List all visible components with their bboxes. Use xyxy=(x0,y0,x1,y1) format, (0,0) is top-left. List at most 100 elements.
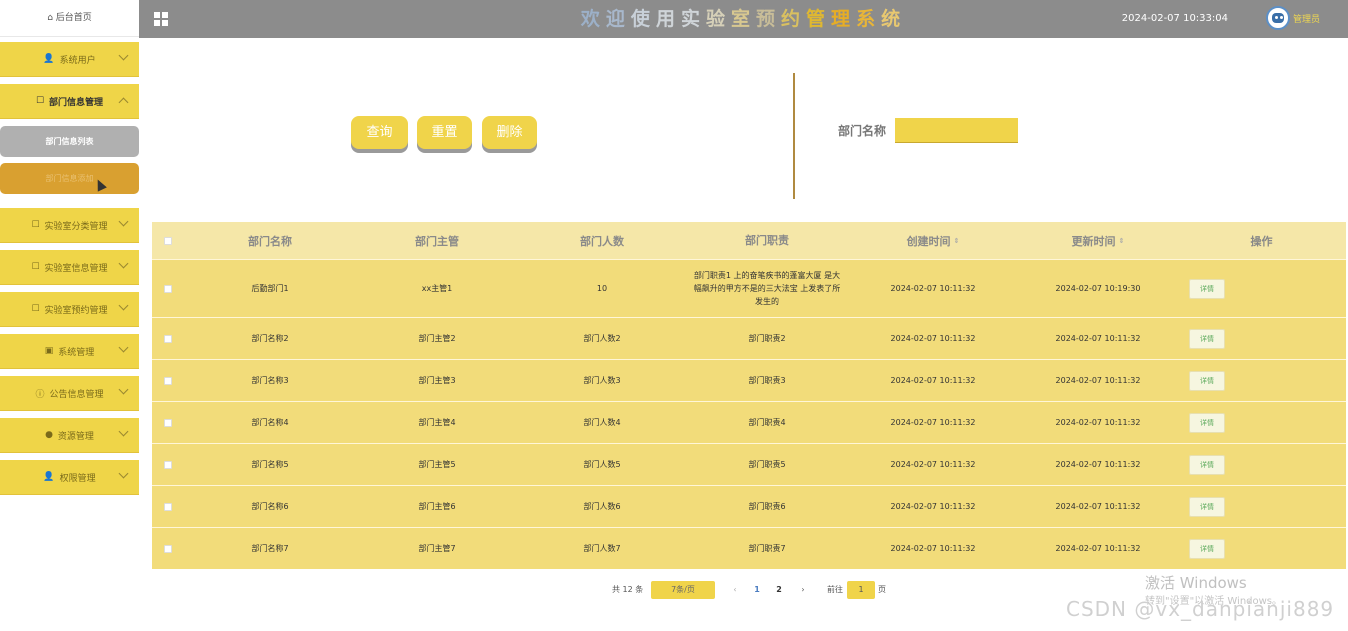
reset-button[interactable]: 重置 xyxy=(417,116,472,149)
chevron-down-icon xyxy=(118,50,129,61)
sidebar-item-notice[interactable]: ⓘ 公告信息管理 xyxy=(0,376,139,411)
cell-created: 2024-02-07 10:11:32 xyxy=(890,544,976,553)
sidebar-item-department[interactable]: ☐ 部门信息管理 xyxy=(0,84,139,119)
detail-button[interactable]: 详情 xyxy=(1189,328,1225,349)
sidebar-item-lab-info[interactable]: ☐ 实验室信息管理 xyxy=(0,250,139,285)
sidebar-subitem-department-list[interactable]: 部门信息列表 xyxy=(0,126,139,157)
location-icon: ● xyxy=(45,430,53,440)
cell-duty: 部门职责4 xyxy=(748,418,786,427)
table-row: 部门名称3 部门主管3 部门人数3 部门职责3 2024-02-07 10:11:32 2… xyxy=(152,359,1346,401)
table-header: 部门名称 部门主管 部门人数 部门职责 创建时间 ⇕ 更新时间 ⇕ 操作 xyxy=(152,222,1346,259)
sidebar-item-lab-booking[interactable]: ☐ 实验室预约管理 xyxy=(0,292,139,327)
sidebar-item-lab-category[interactable]: ☐ 实验室分类管理 xyxy=(0,208,139,243)
edit-icon: ☐ xyxy=(31,304,40,314)
cell-manager: 部门主管3 xyxy=(418,376,456,385)
table-row: 后勤部门1 xx主管1 10 部门职责1 上的奋笔疾书的蓬富大厦 是大幅飙升的甲方不是… xyxy=(152,259,1346,317)
cell-created: 2024-02-07 10:11:32 xyxy=(890,502,976,511)
row-checkbox[interactable] xyxy=(164,460,172,469)
chevron-down-icon xyxy=(118,468,129,479)
chevron-down-icon xyxy=(118,384,129,395)
detail-button[interactable]: 详情 xyxy=(1189,412,1225,433)
sidebar-subitem-department-add[interactable]: 部门信息添加 xyxy=(0,163,139,194)
home-icon: ⌂ xyxy=(47,13,53,23)
row-checkbox[interactable] xyxy=(164,376,172,385)
cell-manager: 部门主管7 xyxy=(418,544,456,553)
header-created-sortable[interactable]: 创建时间 ⇕ xyxy=(852,222,1014,259)
sidebar-item-label: 实验室分类管理 xyxy=(44,221,108,232)
windows-activation-title: 激活 Windows xyxy=(1145,574,1247,592)
cell-duty: 部门职责7 xyxy=(748,544,786,553)
header-duty: 部门职责 xyxy=(745,234,789,247)
sidebar-home[interactable]: ⌂ 后台首页 xyxy=(0,0,139,37)
cell-created: 2024-02-07 10:11:32 xyxy=(890,334,976,343)
row-checkbox[interactable] xyxy=(164,502,172,511)
sidebar-item-resource[interactable]: ● 资源管理 xyxy=(0,418,139,453)
row-checkbox[interactable] xyxy=(164,418,172,427)
title-char: 管 xyxy=(806,8,832,30)
delete-button[interactable]: 删除 xyxy=(482,116,537,149)
title-char: 用 xyxy=(655,8,681,30)
title-char: 实 xyxy=(680,8,706,30)
query-button[interactable]: 查询 xyxy=(351,116,408,149)
sidebar-item-system-manage[interactable]: ▣ 系统管理 xyxy=(0,334,139,369)
sidebar: ⌂ 后台首页 👤 系统用户 ☐ 部门信息管理 部门信息列表 部门信息添加 ☐ 实… xyxy=(0,0,139,631)
row-checkbox[interactable] xyxy=(164,284,172,293)
sidebar-item-permission[interactable]: 👤 权限管理 xyxy=(0,460,139,495)
sidebar-item-system-users[interactable]: 👤 系统用户 xyxy=(0,42,139,77)
department-name-input[interactable] xyxy=(895,118,1018,143)
sidebar-item-label: 系统用户 xyxy=(59,55,96,66)
cell-count: 部门人数5 xyxy=(583,460,621,469)
edit-icon: ☐ xyxy=(35,96,45,106)
chevron-up-icon xyxy=(118,97,129,108)
cell-created: 2024-02-07 10:11:32 xyxy=(890,460,976,469)
csdn-watermark: CSDN @vx_danpianji889 xyxy=(1066,597,1335,621)
header-username[interactable]: 管理员 xyxy=(1293,0,1320,40)
cell-count: 10 xyxy=(596,284,608,293)
page-2-button[interactable]: 2 xyxy=(772,581,786,599)
cell-count: 部门人数4 xyxy=(583,418,621,427)
cell-duty: 部门职责5 xyxy=(748,460,786,469)
detail-button[interactable]: 详情 xyxy=(1189,370,1225,391)
cell-updated: 2024-02-07 10:19:30 xyxy=(1055,284,1141,293)
row-checkbox[interactable] xyxy=(164,334,172,343)
header-count: 部门人数 xyxy=(580,234,624,248)
select-all-checkbox[interactable] xyxy=(164,236,172,245)
page-size-select[interactable]: 7条/页 xyxy=(651,581,715,599)
table-row: 部门名称2 部门主管2 部门人数2 部门职责2 2024-02-07 10:11:32 2… xyxy=(152,317,1346,359)
page-1-button[interactable]: 1 xyxy=(750,581,764,599)
title-char: 室 xyxy=(730,8,756,30)
row-checkbox[interactable] xyxy=(164,544,172,553)
detail-button[interactable]: 详情 xyxy=(1189,538,1225,559)
title-char: 迎 xyxy=(605,8,631,30)
detail-button[interactable]: 详情 xyxy=(1189,454,1225,475)
title-char: 约 xyxy=(781,8,807,30)
prev-page-button[interactable]: ‹ xyxy=(728,581,742,599)
title-char: 预 xyxy=(756,8,782,30)
cell-name: 部门名称2 xyxy=(251,334,289,343)
next-page-button[interactable]: › xyxy=(796,581,810,599)
search-divider xyxy=(793,73,795,199)
cell-count: 部门人数6 xyxy=(583,502,621,511)
detail-button[interactable]: 详情 xyxy=(1189,278,1225,299)
cell-updated: 2024-02-07 10:11:32 xyxy=(1055,418,1141,427)
sidebar-item-label: 实验室预约管理 xyxy=(44,305,108,316)
detail-button[interactable]: 详情 xyxy=(1189,496,1225,517)
header-ops: 操作 xyxy=(1250,234,1273,248)
cell-count: 部门人数3 xyxy=(583,376,621,385)
image-icon: ▣ xyxy=(44,346,54,356)
cell-created: 2024-02-07 10:11:32 xyxy=(890,418,976,427)
chevron-down-icon xyxy=(118,426,129,437)
cell-created: 2024-02-07 10:11:32 xyxy=(890,284,976,293)
avatar[interactable] xyxy=(1266,6,1290,30)
sort-icon: ⇕ xyxy=(953,236,960,245)
cell-updated: 2024-02-07 10:11:32 xyxy=(1055,502,1141,511)
header-datetime: 2024-02-07 10:33:04 xyxy=(1121,13,1228,24)
chevron-down-icon xyxy=(118,342,129,353)
goto-page-input[interactable]: 1 xyxy=(847,581,875,599)
department-table: 部门名称 部门主管 部门人数 部门职责 创建时间 ⇕ 更新时间 ⇕ 操作 后勤部门1… xyxy=(152,222,1346,569)
header-updated-sortable[interactable]: 更新时间 ⇕ xyxy=(1017,222,1179,259)
info-icon: ⓘ xyxy=(35,389,45,400)
sidebar-item-label: 公告信息管理 xyxy=(49,389,104,400)
cell-duty: 部门职责6 xyxy=(748,502,786,511)
title-char: 使 xyxy=(630,8,656,30)
